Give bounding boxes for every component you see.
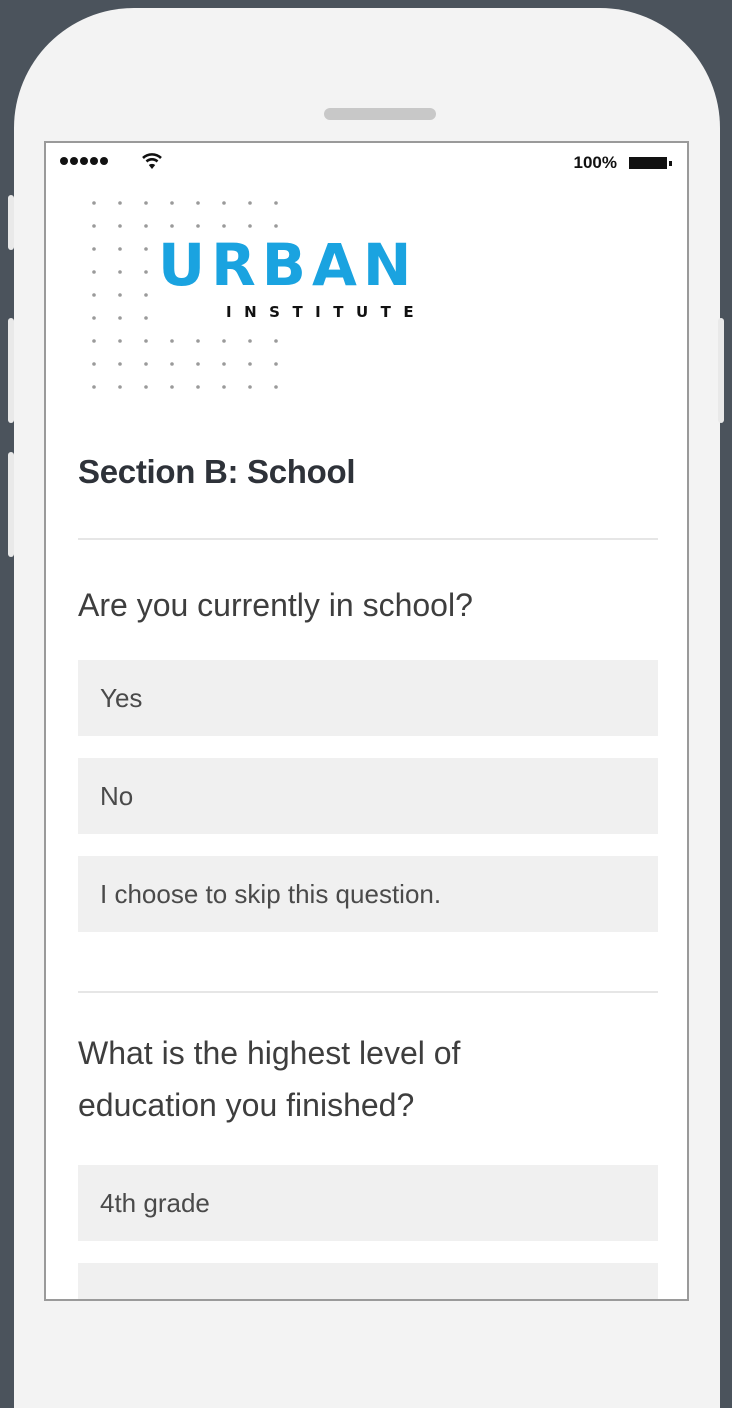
- logo-dot: [144, 293, 148, 297]
- logo-dot: [118, 362, 122, 366]
- logo-dot: [92, 339, 96, 343]
- logo-dot: [274, 224, 278, 228]
- phone-screen: 100% URBAN INSTITUTE Section B: School A…: [44, 141, 689, 1301]
- logo-dot: [92, 385, 96, 389]
- logo-dot: [144, 270, 148, 274]
- logo-dot: [274, 201, 278, 205]
- option-skip-question[interactable]: I choose to skip this question.: [78, 856, 658, 932]
- phone-speaker: [324, 108, 436, 120]
- option-next-partial[interactable]: [78, 1263, 658, 1299]
- logo-dot: [144, 201, 148, 205]
- logo-dot: [144, 247, 148, 251]
- logo-dot: [144, 339, 148, 343]
- logo-dot: [274, 362, 278, 366]
- logo-dot: [248, 362, 252, 366]
- logo-dot: [144, 316, 148, 320]
- logo-dot: [196, 201, 200, 205]
- logo-dot: [222, 224, 226, 228]
- question-in-school: Are you currently in school?: [78, 587, 473, 623]
- logo-dot: [144, 224, 148, 228]
- logo-dot: [92, 201, 96, 205]
- phone-volume-down-button: [8, 452, 14, 557]
- logo-dot: [92, 270, 96, 274]
- option-no[interactable]: No: [78, 758, 658, 834]
- logo-dot: [248, 201, 252, 205]
- logo-dot: [170, 362, 174, 366]
- logo-dot: [92, 247, 96, 251]
- logo-dot: [248, 339, 252, 343]
- logo-dot: [274, 385, 278, 389]
- logo-dot: [222, 362, 226, 366]
- logo-word-main: URBAN: [158, 231, 417, 299]
- logo-word-sub: INSTITUTE: [226, 303, 426, 321]
- logo-dot: [196, 339, 200, 343]
- logo-dot: [222, 385, 226, 389]
- logo-dot: [118, 385, 122, 389]
- logo-dot: [170, 224, 174, 228]
- logo-dot: [144, 385, 148, 389]
- logo-dot: [118, 339, 122, 343]
- phone-power-button: [718, 318, 724, 423]
- logo-dot: [92, 316, 96, 320]
- logo-dot: [92, 224, 96, 228]
- logo-dot: [274, 339, 278, 343]
- logo-dot: [118, 316, 122, 320]
- question-education-level: What is the highest level of education y…: [78, 1027, 460, 1131]
- logo-dot: [118, 293, 122, 297]
- logo-dot: [222, 339, 226, 343]
- logo-dot: [170, 339, 174, 343]
- logo-dot: [196, 385, 200, 389]
- logo-dot: [248, 224, 252, 228]
- logo-dot: [170, 385, 174, 389]
- logo-dot: [196, 362, 200, 366]
- battery-percentage: 100%: [573, 153, 617, 172]
- question-divider: [78, 991, 658, 993]
- phone-volume-up-button: [8, 318, 14, 423]
- phone-mute-switch: [8, 195, 14, 250]
- logo-dot: [92, 293, 96, 297]
- wifi-icon: [142, 153, 162, 169]
- status-bar: 100%: [46, 143, 687, 181]
- logo-dot: [118, 224, 122, 228]
- logo-dot: [222, 201, 226, 205]
- logo-dot: [144, 362, 148, 366]
- option-yes[interactable]: Yes: [78, 660, 658, 736]
- battery-icon: [629, 157, 672, 169]
- logo-dot: [170, 201, 174, 205]
- option-4th-grade[interactable]: 4th grade: [78, 1165, 658, 1241]
- question-education-line-2: education you finished?: [78, 1087, 415, 1123]
- logo-dot: [248, 385, 252, 389]
- logo-dot: [118, 247, 122, 251]
- question-education-line-1: What is the highest level of: [78, 1035, 461, 1071]
- logo-dot: [92, 362, 96, 366]
- section-divider: [78, 538, 658, 540]
- logo-dot: [118, 270, 122, 274]
- logo-dot: [196, 224, 200, 228]
- urban-institute-logo: URBAN INSTITUTE: [92, 201, 426, 389]
- signal-strength-icon: [60, 157, 108, 165]
- logo-dot: [118, 201, 122, 205]
- section-title: Section B: School: [78, 453, 356, 490]
